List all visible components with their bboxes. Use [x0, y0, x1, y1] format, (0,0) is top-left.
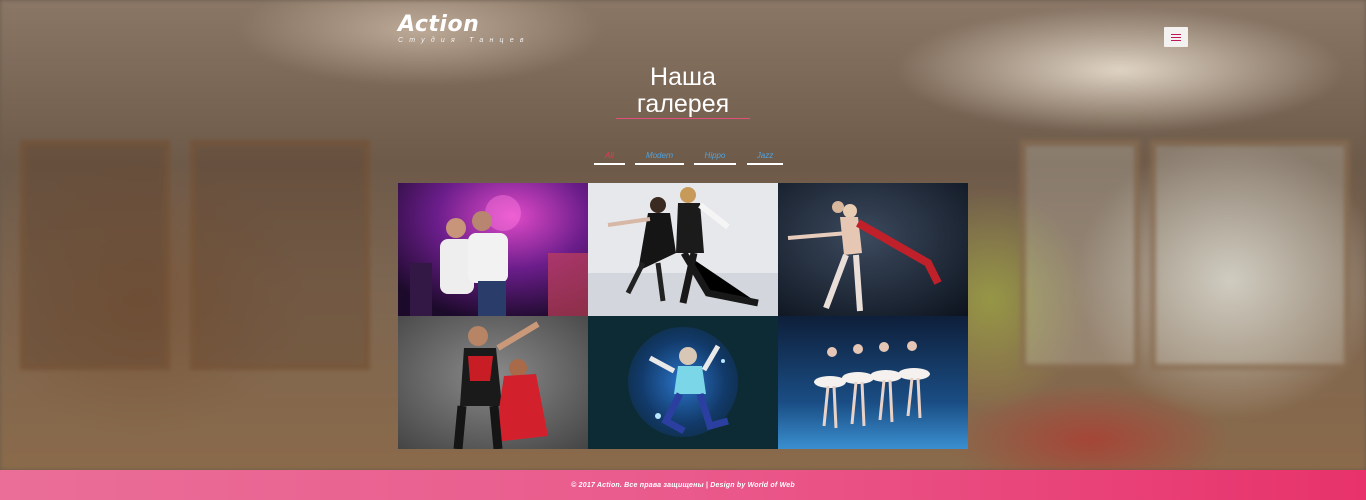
filter-all[interactable]: All — [594, 151, 625, 165]
hamburger-icon — [1171, 33, 1181, 41]
brand-tagline: Студия Танцев — [398, 37, 530, 44]
gallery-image-ballet-duo[interactable] — [778, 183, 968, 316]
background-shelf — [190, 140, 370, 370]
gallery-image-club-couple[interactable] — [398, 183, 588, 316]
filter-hippo[interactable]: Hippo — [694, 151, 736, 165]
gallery-image-hiphop-jump[interactable] — [588, 316, 778, 449]
gallery-grid — [398, 183, 968, 449]
footer-copyright: © 2017 Action. Все права защищены | Desi… — [571, 481, 795, 489]
filter-jazz[interactable]: Jazz — [747, 151, 783, 165]
menu-button[interactable] — [1164, 27, 1188, 47]
section-title: Наша галерея — [583, 64, 783, 118]
section-title-line1: Наша — [650, 63, 716, 91]
brand-name: Action — [398, 12, 480, 37]
section-title-line2: галерея — [636, 90, 730, 118]
footer: © 2017 Action. Все права защищены | Desi… — [0, 470, 1366, 500]
background-shelf — [20, 140, 170, 370]
filter-modern[interactable]: Modern — [635, 151, 684, 165]
background-window — [1020, 140, 1140, 370]
gallery-image-latin-couple[interactable] — [398, 316, 588, 449]
gallery-image-swan-lake[interactable] — [778, 316, 968, 449]
title-underline — [616, 118, 750, 119]
brand-logo[interactable]: Action Студия Танцев — [398, 12, 530, 44]
gallery-image-ice-dance[interactable] — [588, 183, 778, 316]
background-window — [1150, 140, 1350, 370]
